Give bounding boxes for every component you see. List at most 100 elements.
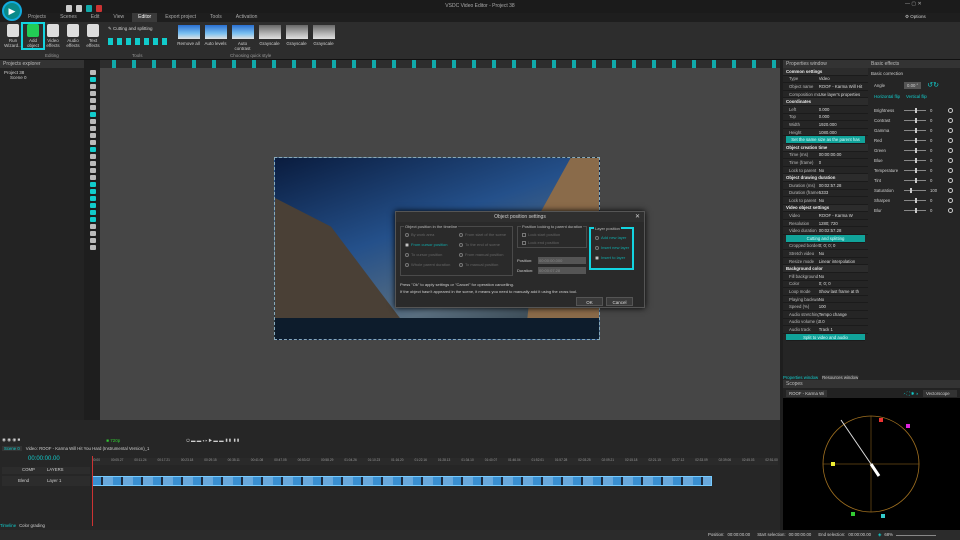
property-action-button[interactable]: Split to video and audio: [786, 333, 865, 342]
property-row[interactable]: Playing backwardsNo: [783, 296, 868, 304]
menu-tab[interactable]: Export project: [159, 13, 202, 22]
slider-thumb[interactable]: [915, 167, 917, 173]
lock-option[interactable]: Lock end position: [522, 240, 559, 245]
effect-slider[interactable]: [904, 107, 926, 113]
property-value[interactable]: 5333: [819, 190, 868, 195]
reset-icon[interactable]: [948, 207, 953, 213]
cutting-splitting-button[interactable]: ✎ Cutting and splitting: [108, 26, 153, 32]
property-value[interactable]: 1080.000: [819, 130, 868, 135]
effect-slider[interactable]: [904, 137, 926, 143]
layer-option[interactable]: Insert to layer: [595, 255, 625, 260]
close-icon[interactable]: ✕: [635, 213, 640, 220]
effect-slider[interactable]: [904, 127, 926, 133]
tab-video[interactable]: Video: ROOF - Karma Will Hit You Hard (I…: [24, 446, 152, 451]
property-value[interactable]: No: [819, 274, 868, 279]
property-section[interactable]: Common settings: [783, 68, 868, 76]
wand-button[interactable]: Run Wizard...: [3, 24, 23, 48]
tool-icon[interactable]: [90, 168, 96, 173]
rotate-icons[interactable]: ↺↻: [927, 81, 939, 89]
layer-option[interactable]: Insert new layer: [595, 245, 629, 250]
menu-tab[interactable]: Projects: [22, 13, 52, 22]
position-option[interactable]: To manual position: [459, 262, 498, 267]
property-value[interactable]: ROOF - Karma W: [819, 213, 868, 218]
tool-icon[interactable]: [90, 112, 96, 117]
effect-slider[interactable]: [904, 187, 926, 193]
tool-icon[interactable]: [90, 203, 96, 208]
horizontal-flip-checkbox[interactable]: Horizontal flip: [874, 94, 900, 99]
window-controls[interactable]: — ▢ ✕: [905, 1, 922, 7]
property-row[interactable]: Cropped borders 0; 0; 0; 0: [783, 243, 868, 251]
tool-icon[interactable]: [90, 196, 96, 201]
zoom-slider[interactable]: [895, 535, 936, 536]
effect-slider[interactable]: [904, 197, 926, 203]
slider-thumb[interactable]: [915, 207, 917, 213]
property-value[interactable]: Tempo change: [819, 312, 868, 317]
reset-icon[interactable]: [948, 187, 953, 193]
tool-icon[interactable]: [90, 154, 96, 159]
property-row[interactable]: Object name ROOF - Karma Will Hit: [783, 83, 868, 91]
property-value[interactable]: Linear interpolation: [819, 259, 868, 264]
tool-icon[interactable]: [90, 77, 96, 82]
reset-icon[interactable]: [948, 167, 953, 173]
effect-slider[interactable]: [904, 207, 926, 213]
property-row[interactable]: Stretch video No: [783, 250, 868, 258]
property-row[interactable]: Color 0; 0; 0: [783, 281, 868, 289]
tool-icon[interactable]: [90, 238, 96, 243]
menu-tab[interactable]: Edit: [85, 13, 106, 22]
tool-icon[interactable]: [90, 210, 96, 215]
effect-slider[interactable]: [904, 167, 926, 173]
property-value[interactable]: Show last frame at th: [819, 289, 868, 294]
property-value[interactable]: No: [819, 297, 868, 302]
property-row[interactable]: Audio track Track 1: [783, 326, 868, 334]
slider-thumb[interactable]: [915, 117, 917, 123]
effect-slider[interactable]: [904, 157, 926, 163]
property-row[interactable]: Video ROOF - Karma W: [783, 212, 868, 220]
property-action-button[interactable]: Set the same size as the parent has: [786, 136, 865, 144]
basic-correction-section[interactable]: Basic correction: [868, 68, 960, 79]
slider-thumb[interactable]: [915, 147, 917, 153]
reset-icon[interactable]: [948, 177, 953, 183]
tool-icon[interactable]: [90, 217, 96, 222]
text-effects-button[interactable]: Text effects: [83, 24, 103, 48]
quick-style-1[interactable]: Auto levels: [203, 25, 228, 46]
position-input[interactable]: 00:00:00.000: [538, 257, 586, 264]
property-section[interactable]: Coordinates: [783, 98, 868, 106]
reset-icon[interactable]: [948, 197, 953, 203]
menu-tab[interactable]: Scenes: [54, 13, 83, 22]
slider-thumb[interactable]: [915, 107, 917, 113]
cancel-button[interactable]: Cancel: [606, 297, 633, 306]
property-action-button[interactable]: Cutting and splitting: [786, 235, 865, 243]
tool-icon[interactable]: [90, 133, 96, 138]
layer-option[interactable]: Add new layer: [595, 235, 626, 240]
scope-source-select[interactable]: ROOF - Karma Wi: [786, 389, 828, 397]
reset-icon[interactable]: [948, 107, 953, 113]
tool-icon[interactable]: [90, 126, 96, 131]
slider-thumb[interactable]: [915, 137, 917, 143]
tool-icon[interactable]: [90, 189, 96, 194]
property-row[interactable]: Loop mode Show last frame at th: [783, 288, 868, 296]
menu-tab[interactable]: Editor: [132, 13, 158, 22]
property-row[interactable]: Lock to parent No: [783, 167, 868, 175]
property-value[interactable]: No: [819, 251, 868, 256]
slider-thumb[interactable]: [915, 197, 917, 203]
property-value[interactable]: 1920.000: [819, 122, 868, 127]
tool-icon[interactable]: [90, 245, 96, 250]
quick-style-0[interactable]: Remove all: [176, 25, 201, 46]
position-option[interactable]: To cursor position: [405, 252, 442, 257]
tool-icon[interactable]: [90, 224, 96, 229]
tab-scene[interactable]: Scene 0: [2, 446, 22, 451]
property-section[interactable]: Object drawing duration: [783, 174, 868, 182]
ok-button[interactable]: OK: [576, 297, 603, 306]
tool-icon[interactable]: [90, 182, 96, 187]
zoom-icon[interactable]: ◈: [878, 532, 881, 538]
position-option[interactable]: To the end of scene: [459, 242, 500, 247]
property-value[interactable]: 100: [819, 304, 868, 309]
property-row[interactable]: Height 1080.000: [783, 129, 868, 137]
property-row[interactable]: Width 1920.000: [783, 121, 868, 129]
audio-effects-button[interactable]: Audio effects: [63, 24, 83, 48]
reset-icon[interactable]: [948, 127, 953, 133]
timeline-ruler[interactable]: 00:00 00:05.27 00:11.24 00:17.21 00:23.18 00:…: [92, 458, 778, 465]
tool-icon[interactable]: [90, 161, 96, 166]
open-project-icon[interactable]: [76, 5, 82, 12]
tool-icon[interactable]: [90, 119, 96, 124]
